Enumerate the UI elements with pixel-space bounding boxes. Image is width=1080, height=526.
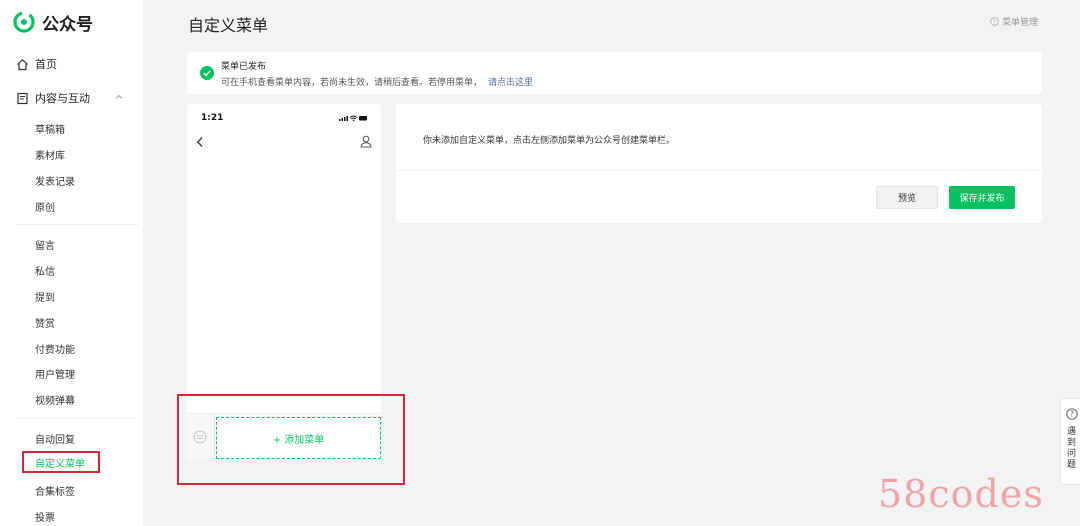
sidebar: 公众号 首页 内容与互动 草稿箱 素材库 发表记录 原创 留言 私信 提到 赞赏… bbox=[0, 0, 143, 526]
app-name: 公众号 bbox=[42, 14, 93, 35]
nav-home[interactable]: 首页 bbox=[16, 56, 57, 72]
help-circle-icon: ? bbox=[990, 17, 999, 26]
nav-content-label: 内容与互动 bbox=[35, 92, 90, 105]
sidebar-item-publish-records[interactable]: 发表记录 bbox=[35, 173, 75, 188]
question-icon: ? bbox=[1066, 408, 1078, 420]
sidebar-item-comments[interactable]: 留言 bbox=[35, 237, 55, 252]
svg-text:?: ? bbox=[1070, 410, 1074, 419]
home-icon bbox=[17, 58, 28, 70]
floating-help-text: 遇到问题 bbox=[1067, 427, 1077, 470]
menu-manage-help[interactable]: ? 菜单管理 bbox=[990, 15, 1038, 28]
notice-title: 菜单已发布 bbox=[221, 62, 267, 72]
add-menu-button[interactable]: + 添加菜单 bbox=[216, 417, 381, 459]
keyboard-icon[interactable] bbox=[193, 430, 207, 444]
phone-time: 1:21 bbox=[201, 113, 224, 123]
sidebar-item-collection-tags[interactable]: 合集标签 bbox=[35, 483, 75, 498]
menu-manage-label: 菜单管理 bbox=[1001, 18, 1038, 28]
sidebar-divider bbox=[16, 224, 138, 225]
chevron-up-icon[interactable] bbox=[114, 92, 124, 102]
user-profile-icon[interactable] bbox=[360, 135, 372, 148]
empty-menu-message: 你未添加自定义菜单，点击左侧添加菜单为公众号创建菜单栏。 bbox=[423, 136, 676, 146]
phone-preview: 1:21 + 添加菜单 bbox=[187, 104, 381, 460]
save-publish-button[interactable]: 保存并发布 bbox=[949, 186, 1015, 209]
success-check-icon bbox=[200, 66, 214, 80]
preview-button[interactable]: 预览 bbox=[876, 186, 938, 209]
phone-menu-bar: + 添加菜单 bbox=[187, 413, 381, 460]
document-icon bbox=[17, 92, 28, 104]
sidebar-item-original[interactable]: 原创 bbox=[35, 199, 55, 214]
publish-notice: 菜单已发布 可在手机查看菜单内容，若尚未生效，请稍后查看。若停用菜单， 请点击这里 bbox=[187, 52, 1042, 94]
menu-editor-panel: 你未添加自定义菜单，点击左侧添加菜单为公众号创建菜单栏。 预览 保存并发布 bbox=[396, 104, 1042, 223]
nav-home-label: 首页 bbox=[35, 58, 57, 71]
sidebar-item-messages[interactable]: 私信 bbox=[35, 263, 55, 278]
sidebar-item-danmaku[interactable]: 视频弹幕 bbox=[35, 392, 75, 407]
notice-text: 可在手机查看菜单内容，若尚未生效，请稍后查看。若停用菜单， bbox=[221, 78, 483, 88]
sidebar-item-mentions[interactable]: 提到 bbox=[35, 289, 55, 304]
sidebar-item-materials[interactable]: 素材库 bbox=[35, 147, 65, 162]
sidebar-divider bbox=[16, 418, 138, 419]
svg-text:?: ? bbox=[993, 20, 996, 26]
sidebar-item-users[interactable]: 用户管理 bbox=[35, 366, 75, 381]
notice-description: 可在手机查看菜单内容，若尚未生效，请稍后查看。若停用菜单， 请点击这里 bbox=[221, 75, 533, 88]
sidebar-item-rewards[interactable]: 赞赏 bbox=[35, 315, 55, 330]
panel-divider bbox=[396, 170, 1042, 171]
wechat-logo-icon bbox=[13, 11, 35, 33]
page-title: 自定义菜单 bbox=[188, 16, 269, 35]
watermark: 58codes bbox=[878, 472, 1044, 516]
disable-menu-link[interactable]: 请点击这里 bbox=[488, 78, 533, 88]
nav-content-group[interactable]: 内容与互动 bbox=[16, 90, 90, 106]
floating-help-widget[interactable]: ? 遇到问题 bbox=[1060, 398, 1080, 485]
back-arrow-icon[interactable] bbox=[196, 136, 204, 148]
sidebar-item-paid[interactable]: 付费功能 bbox=[35, 341, 75, 356]
sidebar-item-auto-reply[interactable]: 自动回复 bbox=[35, 431, 75, 446]
sidebar-item-custom-menu[interactable]: 自定义菜单 bbox=[22, 451, 100, 473]
status-bar-icons bbox=[339, 115, 367, 122]
menu-bar-divider bbox=[214, 414, 215, 460]
logo[interactable]: 公众号 bbox=[13, 11, 93, 35]
sidebar-item-drafts[interactable]: 草稿箱 bbox=[35, 121, 65, 136]
sidebar-item-vote[interactable]: 投票 bbox=[35, 509, 55, 524]
